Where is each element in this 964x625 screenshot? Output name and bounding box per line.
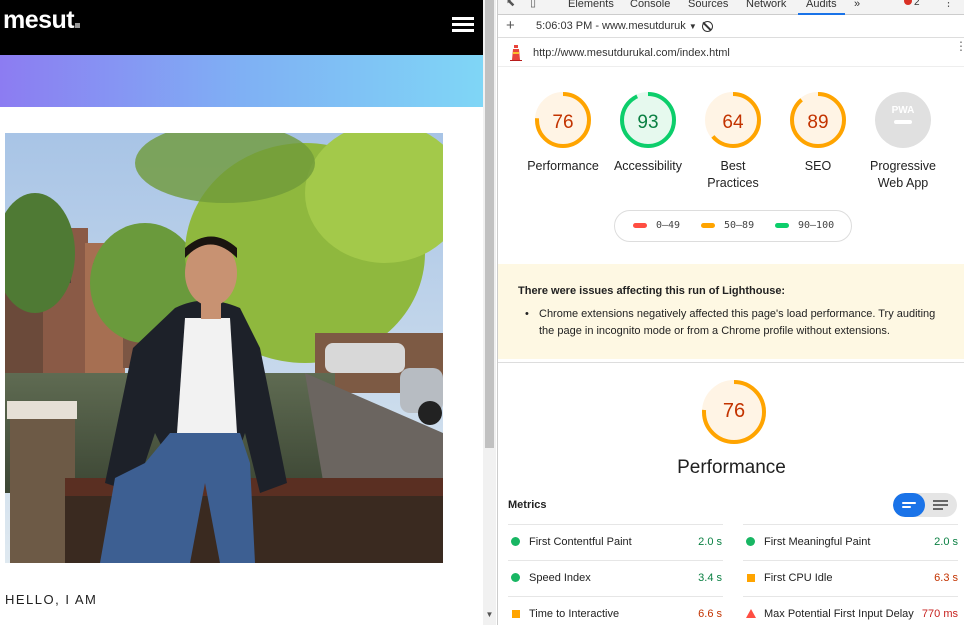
clear-reports-icon[interactable]	[702, 21, 713, 32]
metric-first-contentful-paint: First Contentful Paint 2.0 s	[508, 524, 722, 560]
metric-time-to-interactive: Time to Interactive 6.6 s	[508, 596, 722, 625]
devtools-tab-bar: ⬉ ▯ Elements Console Sources Network Aud…	[498, 0, 964, 15]
profile-photo	[5, 133, 443, 563]
performance-section-title: Performance	[677, 457, 786, 478]
metric-status-icon	[511, 573, 520, 582]
category-gauges: 76 Performance 93 Accessibility 64 Best …	[498, 68, 964, 258]
error-count: 2	[914, 0, 920, 8]
tab-console[interactable]: Console	[630, 0, 670, 15]
metric-label: Speed Index	[529, 572, 591, 584]
expanded-view-button[interactable]	[925, 493, 957, 517]
metric-status-icon	[512, 610, 520, 618]
metric-label: First Meaningful Paint	[764, 536, 871, 548]
legend-average-swatch	[701, 222, 715, 228]
new-audit-plus-icon[interactable]: +	[506, 18, 515, 34]
gauge-seo-label: SEO	[804, 159, 832, 173]
gauge-accessibility-score: 93	[637, 112, 659, 133]
legend-fail: 0–49	[633, 220, 680, 231]
gauge-best-practices-label: Best Practices	[707, 159, 759, 190]
metric-value: 2.0 s	[934, 536, 958, 548]
gauge-accessibility-label: Accessibility	[613, 159, 683, 173]
metric-value: 3.4 s	[698, 572, 722, 584]
gauge-seo-score: 89	[807, 112, 829, 133]
inspect-element-icon[interactable]: ⬉	[506, 0, 515, 9]
score-legend: 0–49 50–89 90–100	[614, 210, 852, 242]
metric-label: Time to Interactive	[529, 608, 620, 620]
metric-max-potential-fid: Max Potential First Input Delay 770 ms	[743, 596, 958, 625]
legend-pass-swatch	[775, 222, 789, 228]
logo-dot	[75, 23, 81, 28]
devtools-menu-icon[interactable]: ⋮	[943, 0, 954, 9]
bullet-icon: •	[525, 308, 529, 320]
audits-toolbar: + 5:06:03 PM - www.mesutduruk ▼	[498, 16, 964, 38]
website-viewport: mesut HELLO, I AM	[0, 0, 484, 625]
devtools-panel: ⬉ ▯ Elements Console Sources Network Aud…	[497, 0, 964, 625]
error-icon	[904, 0, 912, 5]
site-header: mesut	[0, 0, 484, 55]
gauge-performance[interactable]: 76 Performance	[518, 90, 608, 175]
metric-value: 6.3 s	[934, 572, 958, 584]
warning-title: There were issues affecting this run of …	[518, 285, 786, 297]
tab-audits[interactable]: Audits	[798, 0, 845, 15]
site-logo-text: mesut	[3, 6, 75, 34]
gauge-seo[interactable]: 89 SEO	[773, 90, 863, 175]
legend-average-label: 50–89	[724, 220, 755, 231]
metric-label: Max Potential First Input Delay	[764, 608, 914, 620]
gauge-best-practices[interactable]: 64 Best Practices	[688, 90, 778, 192]
legend-pass-label: 90–100	[798, 220, 835, 231]
metric-first-cpu-idle: First CPU Idle 6.3 s	[743, 560, 958, 596]
metric-status-icon	[511, 537, 520, 546]
metrics-view-toggle[interactable]	[893, 493, 957, 517]
tab-sources[interactable]: Sources	[688, 0, 728, 15]
metric-label: First Contentful Paint	[529, 536, 632, 548]
metric-value: 2.0 s	[698, 536, 722, 548]
gauge-pwa-label: Progressive Web App	[870, 159, 936, 190]
chevron-down-icon: ▼	[688, 22, 697, 31]
tab-network[interactable]: Network	[746, 0, 786, 15]
error-count-badge[interactable]: 2	[904, 0, 920, 8]
gauge-pwa[interactable]: PWA Progressive Web App	[858, 90, 948, 192]
pwa-badge-icon: PWA	[875, 92, 931, 148]
audited-url: http://www.mesutdurukal.com/index.html	[533, 47, 730, 59]
metric-label: First CPU Idle	[764, 572, 833, 584]
hamburger-menu-icon[interactable]	[452, 16, 476, 34]
legend-fail-swatch	[633, 222, 647, 228]
metric-value: 6.6 s	[698, 608, 722, 620]
tab-elements[interactable]: Elements	[568, 0, 614, 15]
device-toolbar-icon[interactable]: ▯	[530, 0, 536, 9]
gauge-performance-score: 76	[552, 112, 574, 133]
page-scrollbar[interactable]: ▼	[483, 0, 496, 625]
hello-heading: HELLO, I AM	[5, 592, 98, 607]
lighthouse-icon	[510, 45, 522, 61]
gauge-accessibility[interactable]: 93 Accessibility	[603, 90, 693, 175]
report-menu-icon[interactable]: ⋮	[955, 40, 964, 52]
report-selector-label: 5:06:03 PM - www.mesutduruk	[536, 20, 686, 32]
metric-status-icon	[746, 537, 755, 546]
report-selector[interactable]: 5:06:03 PM - www.mesutduruk ▼	[536, 20, 697, 32]
hero-gradient-band	[0, 55, 484, 107]
screen: mesut HELLO, I AM ▼ ⬉ ▯ Elements Console…	[0, 0, 964, 625]
metric-status-icon	[747, 574, 755, 582]
gauge-best-practices-score: 64	[722, 112, 744, 133]
section-divider	[498, 362, 964, 363]
audited-url-bar: http://www.mesutdurukal.com/index.html ⋮	[498, 39, 964, 67]
metric-speed-index: Speed Index 3.4 s	[508, 560, 722, 596]
legend-average: 50–89	[701, 220, 754, 231]
metric-first-meaningful-paint: First Meaningful Paint 2.0 s	[743, 524, 958, 560]
compact-view-button[interactable]	[893, 493, 925, 517]
metrics-heading: Metrics	[508, 499, 547, 511]
metric-value: 770 ms	[921, 608, 958, 620]
scrollbar-thumb[interactable]	[485, 0, 494, 448]
scroll-down-arrow-icon[interactable]: ▼	[485, 610, 494, 619]
warning-item: Chrome extensions negatively affected th…	[539, 308, 936, 337]
gauge-performance-label: Performance	[527, 159, 599, 173]
legend-fail-label: 0–49	[656, 220, 681, 231]
metric-status-icon	[746, 609, 756, 618]
runtime-warning-box: There were issues affecting this run of …	[498, 264, 964, 359]
site-logo[interactable]: mesut	[3, 6, 81, 35]
performance-score: 76	[722, 400, 746, 422]
pwa-badge-text: PWA	[892, 105, 915, 116]
legend-pass: 90–100	[775, 220, 834, 231]
more-tabs-button[interactable]: »	[854, 0, 860, 15]
